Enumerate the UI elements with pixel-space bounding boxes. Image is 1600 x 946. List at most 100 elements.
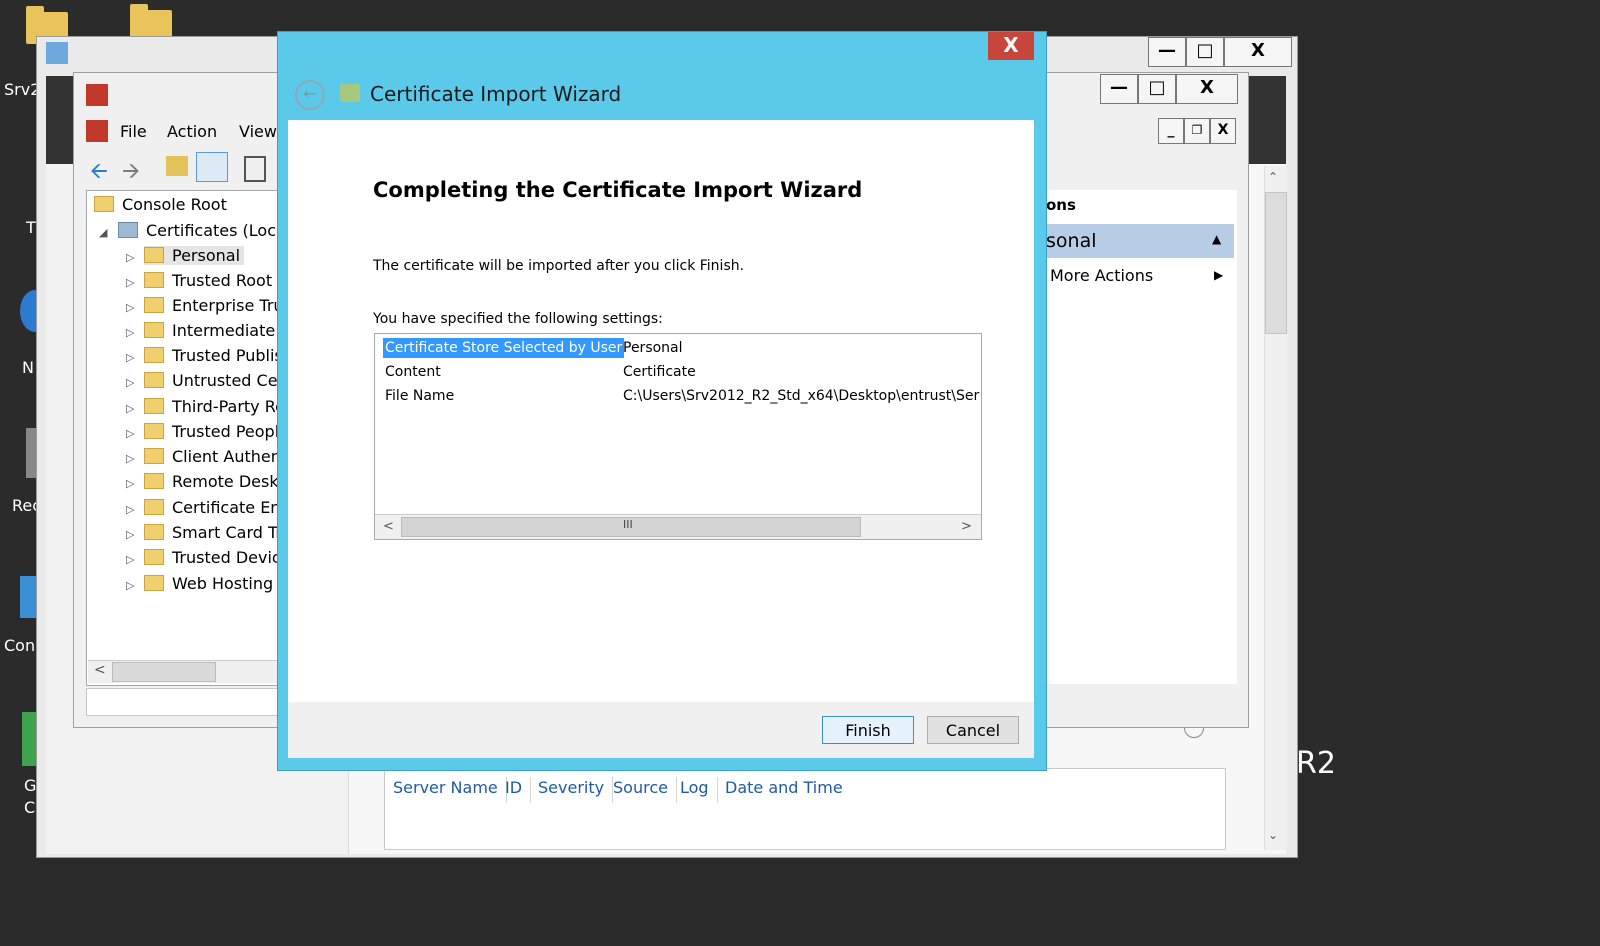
desktop-label: Con	[4, 636, 36, 655]
tree-item[interactable]: Trusted Peopl	[144, 422, 279, 441]
setting-value: C:\Users\Srv2012_R2_Std_x64\Desktop\entr…	[623, 388, 980, 404]
scroll-right-icon[interactable]: >	[961, 519, 972, 534]
events-table: Server Name ID Severity Source Log Date …	[384, 768, 1226, 850]
show-hide-tree-icon[interactable]	[196, 152, 228, 182]
back-arrow-icon[interactable]: ←	[295, 80, 325, 110]
mmc-maximize-button[interactable]: □	[1138, 74, 1176, 104]
tree-item[interactable]: Personal	[144, 246, 245, 265]
tree-item[interactable]: Web Hosting	[144, 574, 273, 593]
settings-horizontal-scrollbar[interactable]: < III >	[375, 514, 981, 539]
folder-icon	[144, 297, 164, 313]
tree-item[interactable]: Trusted Root C	[144, 271, 288, 290]
expand-icon[interactable]: ▷	[126, 477, 134, 490]
folder-icon	[144, 372, 164, 388]
up-folder-icon[interactable]	[166, 156, 188, 176]
cancel-button[interactable]: Cancel	[927, 716, 1019, 744]
finish-button[interactable]: Finish	[822, 716, 914, 744]
folder-icon	[144, 423, 164, 439]
mmc-minimize-button[interactable]: —	[1100, 74, 1138, 104]
expand-icon[interactable]: ▷	[126, 452, 134, 465]
wizard-description: The certificate will be imported after y…	[373, 258, 745, 274]
maximize-button[interactable]: □	[1186, 37, 1224, 67]
tree-item[interactable]: Third-Party Ro	[144, 397, 285, 416]
scroll-down-icon[interactable]: ⌄	[1268, 828, 1278, 842]
expand-icon[interactable]: ▷	[126, 553, 134, 566]
setting-name[interactable]: Certificate Store Selected by User	[383, 338, 625, 358]
expand-icon[interactable]: ▷	[126, 351, 134, 364]
desktop-label: T	[26, 218, 36, 237]
column-log[interactable]: Log	[672, 777, 718, 803]
expand-icon[interactable]: ▷	[126, 528, 134, 541]
folder-icon	[144, 499, 164, 515]
server-manager-icon	[46, 42, 68, 64]
folder-icon	[94, 196, 114, 212]
setting-name[interactable]: Content	[383, 362, 443, 382]
expand-icon[interactable]: ▷	[126, 579, 134, 592]
tree-console-root[interactable]: Console Root	[94, 195, 227, 214]
settings-label: You have specified the following setting…	[373, 311, 663, 327]
menu-action[interactable]: Action	[167, 122, 217, 141]
child-minimize-button[interactable]: _	[1158, 118, 1184, 144]
close-button[interactable]: X	[1224, 37, 1292, 67]
tree-item[interactable]: Trusted Publis	[144, 346, 283, 365]
tree-item[interactable]: Certificate Enr	[144, 498, 287, 517]
tree-item[interactable]: Enterprise Tru	[144, 296, 284, 315]
column-id[interactable]: ID	[497, 777, 532, 803]
tree-item[interactable]: Client Authen	[144, 447, 281, 466]
tree-item[interactable]: Intermediate C	[144, 321, 291, 340]
expand-icon[interactable]: ▷	[126, 503, 134, 516]
folder-icon	[144, 524, 164, 540]
wizard-footer	[288, 702, 1034, 758]
scrollbar-thumb[interactable]	[112, 662, 216, 682]
collapse-icon[interactable]: ◢	[99, 226, 107, 239]
wizard-close-button[interactable]: X	[988, 32, 1034, 60]
folder-icon	[144, 247, 164, 263]
folder-icon	[144, 448, 164, 464]
submenu-arrow-icon: ▶	[1214, 268, 1224, 282]
clipboard-icon[interactable]	[244, 156, 266, 182]
mmc-close-button[interactable]: X	[1176, 74, 1238, 104]
expand-icon[interactable]: ▷	[126, 326, 134, 339]
setting-name[interactable]: File Name	[383, 386, 456, 406]
expand-icon[interactable]: ▷	[126, 251, 134, 264]
certificates-icon	[118, 222, 138, 238]
grip-icon: III	[623, 518, 633, 531]
expand-icon[interactable]: ▷	[126, 301, 134, 314]
scrollbar-thumb[interactable]	[1265, 192, 1287, 334]
expand-icon[interactable]: ▷	[126, 402, 134, 415]
settings-list[interactable]: Certificate Store Selected by User Perso…	[374, 333, 982, 540]
status-bar	[86, 688, 280, 716]
scroll-left-icon[interactable]: <	[94, 662, 106, 678]
expand-icon[interactable]: ▷	[126, 427, 134, 440]
setting-value: Certificate	[623, 364, 696, 380]
tree-certificates[interactable]: Certificates (Local	[118, 221, 290, 240]
folder-icon	[144, 473, 164, 489]
menu-file[interactable]: File	[120, 122, 147, 141]
tree-item[interactable]: Trusted Devic	[144, 548, 281, 567]
child-restore-button[interactable]: ❐	[1184, 118, 1210, 144]
scroll-up-icon[interactable]: ⌃	[1268, 170, 1278, 184]
scroll-left-icon[interactable]: <	[383, 519, 394, 534]
desktop-label: G	[24, 776, 37, 795]
column-severity[interactable]: Severity	[530, 777, 614, 803]
wizard-title: Certificate Import Wizard	[370, 82, 622, 106]
column-date-and-time[interactable]: Date and Time	[717, 777, 851, 803]
desktop-label: Srv2	[4, 80, 41, 99]
actions-header: ons	[1046, 196, 1076, 214]
expand-icon[interactable]: ▷	[126, 276, 134, 289]
folder-icon	[144, 575, 164, 591]
column-source[interactable]: Source	[605, 777, 677, 803]
forward-arrow-icon[interactable]: 🡪	[122, 154, 140, 192]
expand-icon[interactable]: ▷	[126, 376, 134, 389]
column-server-name[interactable]: Server Name	[385, 777, 507, 803]
menu-view[interactable]: View	[239, 122, 277, 141]
minimize-button[interactable]: —	[1148, 37, 1186, 67]
wizard-heading: Completing the Certificate Import Wizard	[373, 178, 863, 202]
child-close-button[interactable]: X	[1210, 118, 1236, 144]
more-actions-item[interactable]: More Actions	[1050, 266, 1153, 285]
tree-item[interactable]: Smart Card Tr	[144, 523, 282, 542]
back-arrow-icon[interactable]: 🡨	[90, 154, 108, 192]
tree-item[interactable]: Remote Deskt	[144, 472, 285, 491]
tree-item[interactable]: Untrusted Cer	[144, 371, 284, 390]
collapse-up-icon[interactable]: ▲	[1212, 232, 1221, 246]
